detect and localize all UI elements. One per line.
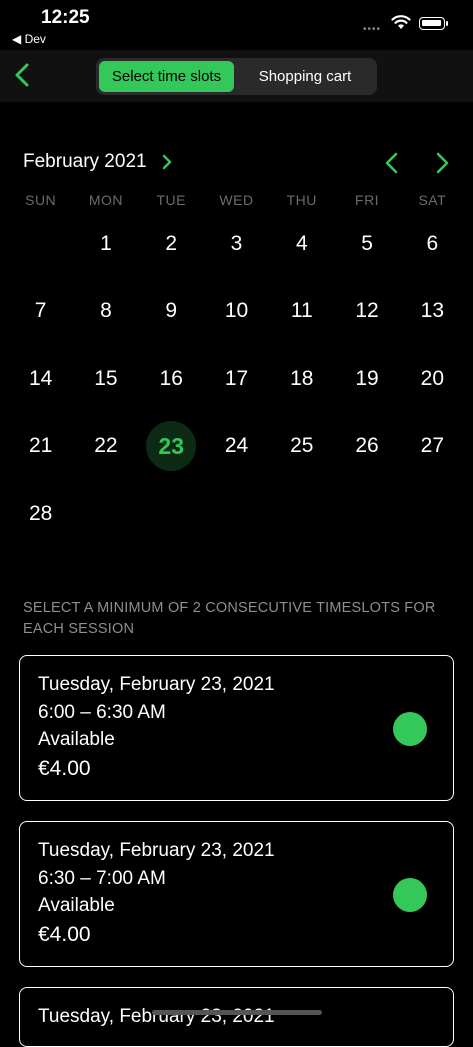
chevron-right-icon[interactable] bbox=[160, 152, 174, 172]
weekday-label: FRI bbox=[355, 192, 380, 208]
timeslot-card[interactable]: Tuesday, February 23, 2021 6:30 – 7:00 A… bbox=[19, 821, 454, 967]
calendar-day[interactable]: 17 bbox=[204, 345, 269, 413]
calendar-day[interactable]: 10 bbox=[204, 278, 269, 346]
calendar-day-number: 13 bbox=[420, 299, 445, 323]
calendar-day-number: 19 bbox=[355, 366, 379, 390]
slot-time: 6:30 – 7:00 AM bbox=[38, 868, 166, 889]
availability-dot-icon[interactable] bbox=[393, 878, 427, 912]
calendar-day[interactable]: 5 bbox=[334, 210, 399, 278]
calendar-day[interactable]: 8 bbox=[73, 278, 138, 346]
signal-dots-icon: •••• bbox=[363, 24, 382, 35]
calendar-day[interactable]: 21 bbox=[8, 413, 73, 481]
calendar-day[interactable]: 1 bbox=[73, 210, 138, 278]
slot-status: Available bbox=[38, 895, 115, 916]
calendar-day[interactable]: 18 bbox=[269, 345, 334, 413]
calendar-day[interactable]: 11 bbox=[269, 278, 334, 346]
calendar-day[interactable]: 9 bbox=[139, 278, 204, 346]
calendar-day-number: 11 bbox=[290, 299, 313, 323]
weekday-label: WED bbox=[219, 192, 254, 208]
tab-select-time-slots[interactable]: Select time slots bbox=[99, 61, 234, 92]
calendar-day[interactable]: 25 bbox=[269, 413, 334, 481]
weekday-label: MON bbox=[88, 192, 123, 208]
calendar-day[interactable]: 12 bbox=[334, 278, 399, 346]
calendar-day[interactable]: 19 bbox=[334, 345, 399, 413]
calendar-day-number: 18 bbox=[290, 366, 314, 390]
battery-icon bbox=[419, 17, 448, 30]
calendar-day-number: 8 bbox=[100, 299, 112, 323]
calendar-day-number: 1 bbox=[100, 231, 112, 255]
tab-shopping-cart[interactable]: Shopping cart bbox=[236, 61, 374, 92]
nav-bar: Select time slots Shopping cart bbox=[0, 50, 473, 102]
calendar-day-number: 10 bbox=[224, 299, 249, 323]
calendar-day-number: 25 bbox=[290, 434, 314, 458]
calendar-day[interactable]: 2 bbox=[139, 210, 204, 278]
calendar-day-number: 12 bbox=[355, 299, 379, 323]
calendar-day-number: 26 bbox=[355, 434, 379, 458]
calendar-day-number: 9 bbox=[165, 299, 178, 323]
slot-time: 6:00 – 6:30 AM bbox=[38, 702, 166, 723]
calendar-days-grid: 1 2 3 4 5 6 7 8 9 10 11 12 13 14 15 16 17 18 19 20 21 22 23 24 2… bbox=[8, 210, 465, 548]
weekday-label: TUE bbox=[156, 192, 186, 208]
weekday-label: SUN bbox=[25, 192, 57, 208]
calendar-day[interactable]: 27 bbox=[400, 413, 465, 481]
calendar-day[interactable]: 15 bbox=[73, 345, 138, 413]
calendar-day-selected[interactable]: 23 bbox=[139, 413, 204, 481]
timeslot-card[interactable]: Tuesday, February 23, 2021 6:00 – 6:30 A… bbox=[19, 655, 454, 801]
calendar-day-number: 22 bbox=[94, 434, 118, 458]
weekday-header: SUN MON TUE WED THU FRI SAT bbox=[8, 192, 465, 210]
calendar-day-number: 27 bbox=[420, 434, 445, 458]
calendar-day[interactable]: 26 bbox=[334, 413, 399, 481]
calendar-day-number: 6 bbox=[426, 231, 439, 255]
calendar-day-number: 28 bbox=[28, 501, 53, 525]
calendar-day[interactable]: 13 bbox=[400, 278, 465, 346]
calendar-day[interactable]: 28 bbox=[8, 480, 73, 548]
calendar-day-number: 21 bbox=[28, 434, 53, 458]
month-title[interactable]: February 2021 bbox=[23, 151, 147, 173]
calendar-day-number: 20 bbox=[420, 366, 445, 390]
calendar-day-number: 24 bbox=[224, 434, 249, 458]
calendar-day-number: 15 bbox=[94, 366, 118, 390]
calendar-day[interactable]: 14 bbox=[8, 345, 73, 413]
previous-month-icon[interactable] bbox=[380, 150, 404, 176]
calendar-day-number: 14 bbox=[28, 366, 53, 390]
timeslot-hint: SELECT A MINIMUM OF 2 CONSECUTIVE TIMESL… bbox=[23, 600, 436, 637]
status-time: 12:25 bbox=[41, 7, 90, 28]
back-chevron-icon[interactable] bbox=[8, 58, 36, 92]
weekday-label: SAT bbox=[418, 192, 447, 208]
slot-price: €4.00 bbox=[38, 923, 91, 946]
calendar-empty-cell bbox=[8, 210, 73, 278]
calendar-day[interactable]: 16 bbox=[139, 345, 204, 413]
calendar-day[interactable]: 24 bbox=[204, 413, 269, 481]
next-month-icon[interactable] bbox=[430, 150, 454, 176]
calendar-day-number: 23 bbox=[158, 432, 184, 459]
calendar-day[interactable]: 4 bbox=[269, 210, 334, 278]
weekday-label: THU bbox=[286, 192, 317, 208]
calendar-day-number: 5 bbox=[361, 231, 373, 255]
calendar-day-number: 2 bbox=[165, 231, 178, 255]
slot-date: Tuesday, February 23, 2021 bbox=[38, 840, 275, 861]
calendar-day[interactable]: 6 bbox=[400, 210, 465, 278]
calendar-day[interactable]: 3 bbox=[204, 210, 269, 278]
slot-price: €4.00 bbox=[38, 757, 91, 780]
timeslot-card[interactable]: Tuesday, February 23, 2021 bbox=[19, 987, 454, 1047]
calendar-day[interactable]: 22 bbox=[73, 413, 138, 481]
status-bar: 12:25 ◀ Dev •••• bbox=[0, 0, 473, 50]
slot-date: Tuesday, February 23, 2021 bbox=[38, 674, 275, 695]
calendar-day-number: 3 bbox=[230, 231, 243, 255]
back-to-app-link[interactable]: ◀ Dev bbox=[12, 32, 46, 46]
home-indicator bbox=[152, 1010, 322, 1015]
availability-dot-icon[interactable] bbox=[393, 712, 427, 746]
wifi-icon bbox=[391, 15, 411, 29]
calendar-day-number: 4 bbox=[295, 231, 308, 255]
calendar-day-number: 16 bbox=[159, 366, 183, 390]
slot-status: Available bbox=[38, 729, 115, 750]
calendar-day-number: 7 bbox=[34, 299, 47, 323]
calendar-day[interactable]: 20 bbox=[400, 345, 465, 413]
calendar-day-number: 17 bbox=[224, 366, 249, 390]
segmented-control: Select time slots Shopping cart bbox=[96, 58, 377, 95]
calendar-day[interactable]: 7 bbox=[8, 278, 73, 346]
